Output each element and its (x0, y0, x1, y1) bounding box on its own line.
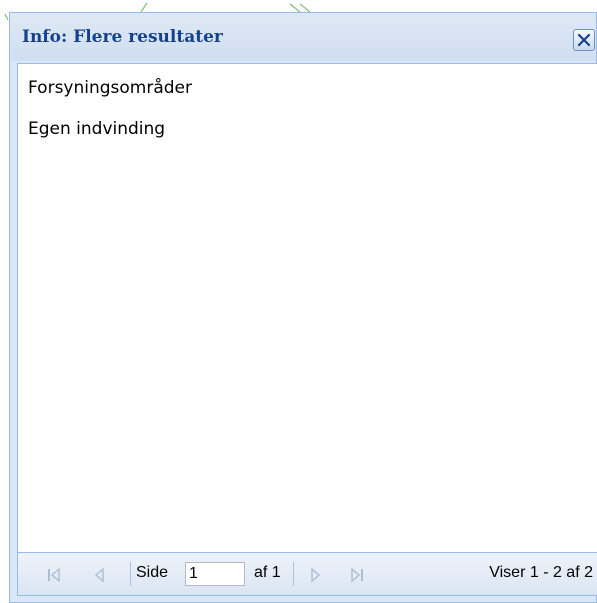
prev-page-icon (94, 567, 104, 583)
last-page-button[interactable] (348, 566, 366, 584)
page-label: Side (136, 564, 169, 581)
results-list: Forsyningsområder Egen indvinding (17, 63, 597, 553)
next-page-button[interactable] (306, 566, 324, 584)
toolbar-separator (130, 562, 131, 586)
last-page-icon (351, 567, 363, 583)
next-page-icon (311, 567, 321, 583)
close-icon (577, 33, 591, 47)
page-number-input[interactable] (185, 562, 245, 586)
result-item-forsyningsomraader[interactable]: Forsyningsområder (28, 78, 192, 98)
toolbar-separator (293, 562, 294, 586)
prev-page-button[interactable] (91, 566, 109, 584)
first-page-button[interactable] (45, 566, 63, 584)
result-item-egen-indvinding[interactable]: Egen indvinding (28, 119, 165, 139)
paging-toolbar: Side af 1 Viser 1 - 2 af 2 (17, 553, 597, 596)
close-button[interactable] (573, 29, 595, 51)
first-page-icon (48, 567, 60, 583)
window-title: Info: Flere resultater (22, 27, 223, 47)
window-header: Info: Flere resultater (10, 13, 596, 61)
paging-status: Viser 1 - 2 af 2 (489, 564, 593, 581)
info-window: Info: Flere resultater Forsyningsområder… (9, 12, 597, 603)
page-count-label: af 1 (254, 564, 281, 581)
